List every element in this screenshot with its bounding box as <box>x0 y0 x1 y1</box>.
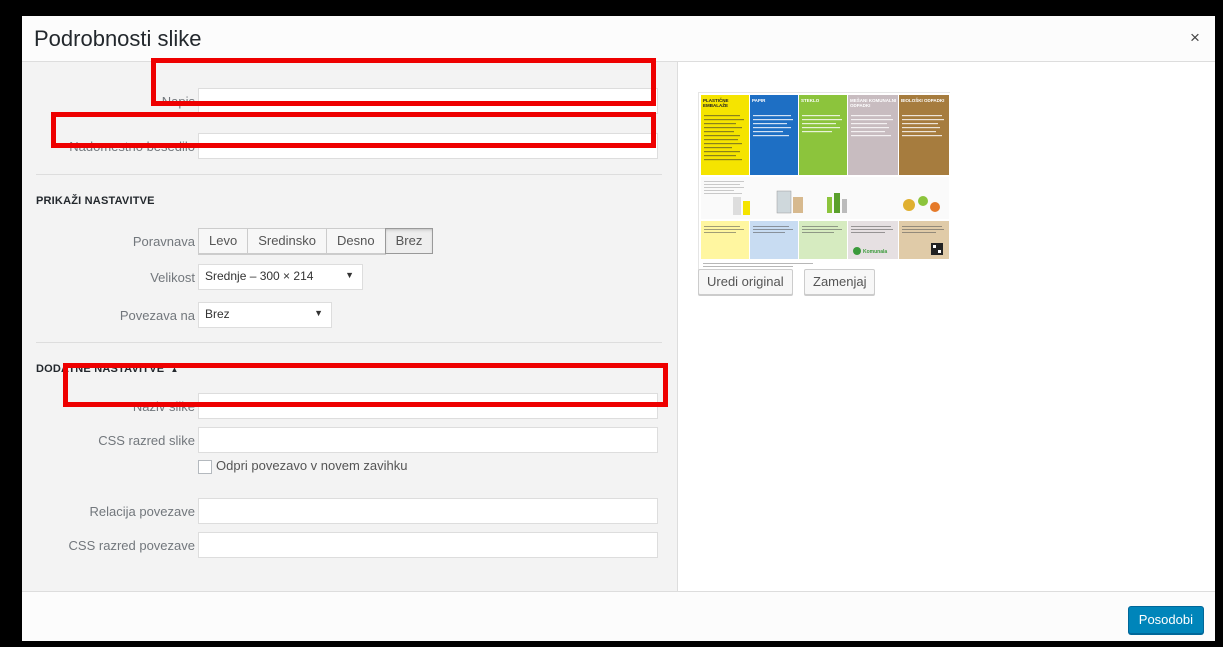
alt-text-input[interactable] <box>198 133 658 159</box>
image-css-input[interactable] <box>198 427 658 453</box>
alt-text-label: Nadomestno besedilo <box>69 139 195 154</box>
size-row: Velikost Srednje – 300 × 214 ▼ <box>22 264 677 292</box>
caption-row: Napis <box>22 88 677 116</box>
svg-text:MEŠANI KOMUNALNI: MEŠANI KOMUNALNI <box>850 96 896 103</box>
image-title-input[interactable] <box>198 393 658 419</box>
modal-footer: Posodobi <box>22 591 1215 641</box>
chevron-down-icon: ▼ <box>345 270 354 280</box>
link-to-label: Povezava na <box>119 308 195 323</box>
link-css-row: CSS razred povezave <box>22 532 677 560</box>
image-thumbnail: PLASTIČNE EMBALAŽE PAPIR STEKLO MEŠANI K… <box>698 92 951 273</box>
alignment-button-group: Levo Sredinsko Desno Brez <box>198 228 434 254</box>
image-css-label: CSS razred slike <box>98 433 195 448</box>
size-select-value: Srednje – 300 × 214 <box>205 269 314 283</box>
modal-header: Podrobnosti slike × <box>22 16 1215 62</box>
display-settings-title: PRIKAŽI NASTAVITVE <box>36 195 155 207</box>
svg-text:STEKLO: STEKLO <box>801 98 820 103</box>
new-tab-checkbox[interactable] <box>198 460 212 474</box>
link-to-row: Povezava na Brez ▼ <box>22 302 677 330</box>
align-right-button[interactable]: Desno <box>326 228 386 254</box>
alignment-label: Poravnava <box>132 234 195 249</box>
edit-original-button[interactable]: Uredi original <box>698 269 793 295</box>
link-to-select[interactable]: Brez ▼ <box>198 302 332 328</box>
update-button[interactable]: Posodobi <box>1127 606 1204 634</box>
modal-body: Napis Nadomestno besedilo PRIKAŽI NASTAV… <box>22 62 1215 591</box>
close-icon[interactable]: × <box>1185 28 1205 48</box>
settings-panel: Napis Nadomestno besedilo PRIKAŽI NASTAV… <box>22 62 678 591</box>
svg-text:BIOLOŠKI ODPADKI: BIOLOŠKI ODPADKI <box>901 96 944 103</box>
image-details-modal: Podrobnosti slike × Napis Nadomestno bes… <box>22 16 1215 641</box>
link-css-input[interactable] <box>198 532 658 558</box>
link-css-label: CSS razred povezave <box>68 538 195 553</box>
svg-text:PAPIR: PAPIR <box>752 98 766 103</box>
svg-text:EMBALAŽE: EMBALAŽE <box>703 101 728 108</box>
align-center-button[interactable]: Sredinsko <box>247 228 328 254</box>
replace-button[interactable]: Zamenjaj <box>804 269 876 295</box>
caption-label: Napis <box>161 94 195 109</box>
link-rel-input[interactable] <box>198 498 658 524</box>
advanced-settings-title: DODATNE NASTAVITVE <box>36 363 165 375</box>
section-divider <box>36 174 662 175</box>
svg-text:ODPADKI: ODPADKI <box>850 103 870 108</box>
align-none-button[interactable]: Brez <box>384 228 434 254</box>
size-label: Velikost <box>150 270 195 285</box>
link-to-select-value: Brez <box>205 307 230 321</box>
image-css-row: CSS razred slike <box>22 427 677 455</box>
new-tab-label: Odpri povezavo v novem zavihku <box>216 458 408 473</box>
align-left-button[interactable]: Levo <box>198 228 249 254</box>
alt-text-row: Nadomestno besedilo <box>22 133 677 161</box>
section-divider <box>36 342 662 343</box>
link-rel-label: Relacija povezave <box>89 504 195 519</box>
link-rel-row: Relacija povezave <box>22 498 677 526</box>
image-title-row: Naziv slike <box>22 393 677 421</box>
alignment-row: Poravnava Levo Sredinsko Desno Brez <box>22 228 677 256</box>
advanced-settings-toggle[interactable]: DODATNE NASTAVITVE ▲ <box>36 363 179 375</box>
chevron-down-icon: ▼ <box>314 308 323 318</box>
modal-title: Podrobnosti slike <box>34 26 202 51</box>
size-select[interactable]: Srednje – 300 × 214 ▼ <box>198 264 363 290</box>
waste-sorting-poster-image: PLASTIČNE EMBALAŽE PAPIR STEKLO MEŠANI K… <box>699 93 951 273</box>
image-title-label: Naziv slike <box>132 399 195 414</box>
caption-input[interactable] <box>198 88 658 114</box>
brand-text: Komunala <box>863 249 887 255</box>
arrow-up-icon: ▲ <box>170 365 179 374</box>
preview-panel: PLASTIČNE EMBALAŽE PAPIR STEKLO MEŠANI K… <box>678 62 1215 591</box>
